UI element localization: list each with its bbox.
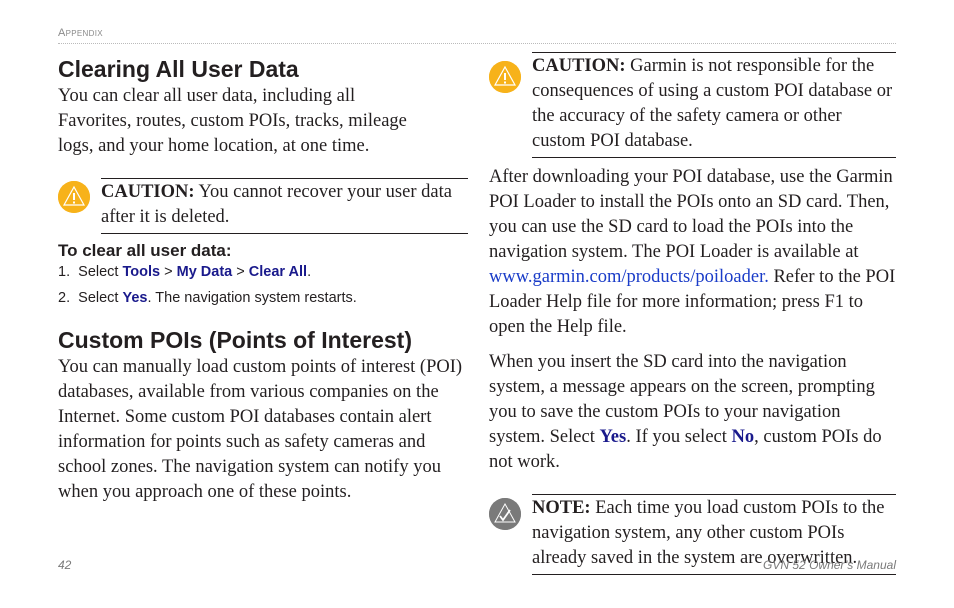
paragraph-text: . If you select [626, 427, 732, 447]
paragraph-text: After downloading your POI database, use… [489, 167, 893, 262]
poi-loader-link[interactable]: www.garmin.com/products/poiloader. [489, 267, 769, 287]
ui-tools: Tools [122, 264, 161, 280]
separator: > [160, 264, 177, 280]
ui-clear-all: Clear All [248, 264, 308, 280]
manual-title: GVN 52 Owner’s Manual [763, 558, 896, 572]
sd-card-paragraph: When you insert the SD card into the nav… [489, 350, 896, 475]
caution-icon [58, 181, 90, 213]
section-body-clearing: You can clear all user data, including a… [58, 86, 407, 156]
ui-no: No [731, 427, 755, 447]
separator: > [232, 264, 249, 280]
note-label: NOTE: [532, 498, 591, 518]
left-column: Clearing All User Data You can clear all… [58, 52, 468, 505]
step-suffix: . The navigation system restarts. [147, 290, 357, 306]
procedure-step: 1. Select Tools > My Data > Clear All. [58, 263, 468, 281]
caution-callout: CAUTION: You cannot recover your user da… [58, 178, 468, 234]
callout-bottom-rule [101, 233, 468, 234]
section-title-clearing: Clearing All User Data [58, 56, 299, 82]
right-column: CAUTION: Garmin is not responsible for t… [489, 52, 896, 575]
page-number: 42 [58, 558, 72, 572]
note-icon [489, 498, 521, 530]
callout-bottom-rule [532, 574, 896, 575]
caution-callout: CAUTION: Garmin is not responsible for t… [489, 52, 896, 158]
caution-label: CAUTION: [532, 56, 626, 76]
caution-label: CAUTION: [101, 182, 195, 202]
ui-my-data: My Data [176, 264, 233, 280]
caution-icon [489, 61, 521, 93]
header-divider [58, 43, 896, 44]
step-text: Select [78, 290, 123, 306]
step-suffix: . [307, 264, 312, 280]
ui-yes: Yes [122, 290, 148, 306]
section-body-custom-pois: You can manually load custom points of i… [58, 357, 463, 502]
section-header: Appendix [58, 27, 103, 39]
section-title-custom-pois: Custom POIs (Points of Interest) [58, 327, 412, 353]
poi-loader-paragraph: After downloading your POI database, use… [489, 165, 896, 340]
caution-text: CAUTION: You cannot recover your user da… [101, 179, 468, 233]
callout-bottom-rule [532, 157, 896, 158]
procedure-title: To clear all user data: [58, 241, 232, 260]
step-number: 2. [58, 290, 71, 306]
caution-text: CAUTION: Garmin is not responsible for t… [532, 53, 896, 157]
step-number: 1. [58, 264, 71, 280]
ui-yes: Yes [599, 427, 627, 447]
step-text: Select [78, 264, 123, 280]
procedure-step: 2. Select Yes. The navigation system res… [58, 289, 468, 307]
